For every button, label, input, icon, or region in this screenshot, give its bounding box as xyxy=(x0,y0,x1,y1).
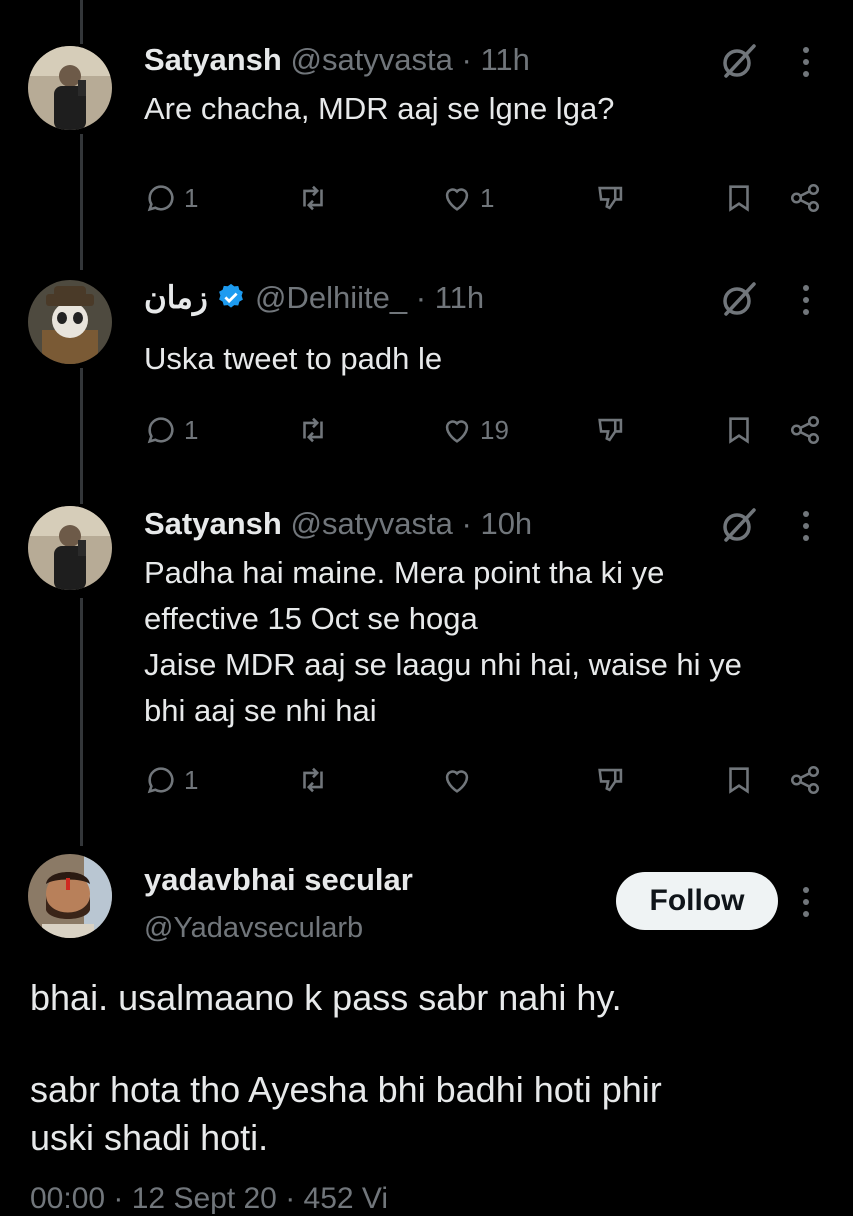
share-button[interactable] xyxy=(788,758,822,802)
tweet-text-line: bhi aaj se nhi hai xyxy=(144,693,377,728)
share-button[interactable] xyxy=(788,408,822,452)
tweet-header: زمان @Delhiite_ · 11h xyxy=(144,280,484,320)
tweet-text: Padha hai maine. Mera point tha ki ye ef… xyxy=(144,550,834,734)
separator: · xyxy=(461,506,481,541)
reply-icon xyxy=(147,185,174,212)
more-icon[interactable] xyxy=(796,882,816,922)
grok-icon[interactable] xyxy=(718,278,760,320)
tweet-text-line: uski shadi hoti. xyxy=(30,1117,269,1158)
dislike-icon xyxy=(598,768,623,792)
display-name[interactable]: زمان xyxy=(144,280,208,315)
bookmark-icon xyxy=(729,417,749,444)
tweet-meta: 00:00 · 12 Sept 20 · 452 Vi xyxy=(30,1182,389,1215)
more-icon[interactable] xyxy=(796,42,816,82)
bookmark-icon xyxy=(729,767,749,794)
share-icon xyxy=(790,183,820,213)
avatar[interactable] xyxy=(28,854,112,938)
share-icon xyxy=(790,415,820,445)
reply-tweet[interactable]: Satyansh @satyvasta · 10h Padha hai main… xyxy=(0,480,853,840)
timestamp[interactable]: 11h xyxy=(480,42,529,77)
username[interactable]: @Yadavsecularb xyxy=(144,912,363,945)
bookmark-icon xyxy=(729,185,749,212)
action-bar: 1 1 xyxy=(144,176,834,220)
reply-tweet[interactable]: زمان @Delhiite_ · 11h Uska tweet to padh… xyxy=(0,240,853,480)
tweet-header: Satyansh @satyvasta · 10h xyxy=(144,506,532,542)
retweet-button[interactable] xyxy=(296,758,336,802)
more-icon[interactable] xyxy=(796,280,816,320)
bookmark-button[interactable] xyxy=(722,758,756,802)
timestamp[interactable]: 11h xyxy=(435,280,484,315)
grok-icon[interactable] xyxy=(718,504,760,546)
separator: · xyxy=(415,280,435,315)
tweet-text-line: sabr hota tho Ayesha bhi badhi hoti phir xyxy=(30,1069,662,1110)
like-count: 1 xyxy=(480,182,495,213)
reply-count: 1 xyxy=(184,182,199,213)
reply-button[interactable]: 1 xyxy=(144,176,198,220)
bookmark-button[interactable] xyxy=(722,176,756,220)
tweet-header: Satyansh @satyvasta · 11h xyxy=(144,42,530,78)
display-name[interactable]: Satyansh xyxy=(144,506,282,541)
grok-icon[interactable] xyxy=(718,40,760,82)
display-name[interactable]: yadavbhai secular xyxy=(144,862,413,898)
dislike-button[interactable] xyxy=(594,408,628,452)
reply-tweet[interactable]: Satyansh @satyvasta · 11h Are chacha, MD… xyxy=(0,0,853,240)
reply-count: 1 xyxy=(184,414,199,445)
reply-icon xyxy=(147,417,174,444)
tweet-text: Are chacha, MDR aaj se lgne lga? xyxy=(144,91,615,126)
dislike-icon xyxy=(598,418,623,442)
reply-button[interactable]: 1 xyxy=(144,408,198,452)
timestamp[interactable]: 10h xyxy=(480,506,532,541)
like-button[interactable]: 19 xyxy=(440,408,509,452)
like-icon xyxy=(445,420,469,443)
retweet-button[interactable] xyxy=(296,176,336,220)
more-icon[interactable] xyxy=(796,506,816,546)
like-icon xyxy=(445,770,469,793)
share-button[interactable] xyxy=(788,176,822,220)
retweet-icon xyxy=(303,417,323,443)
dislike-icon xyxy=(598,186,623,210)
reply-button[interactable]: 1 xyxy=(144,758,198,802)
retweet-icon xyxy=(303,767,323,793)
action-bar: 1 19 xyxy=(144,408,834,452)
retweet-icon xyxy=(303,185,323,211)
username[interactable]: @Delhiite_ xyxy=(255,280,407,315)
reply-count: 1 xyxy=(184,764,199,795)
dislike-button[interactable] xyxy=(594,758,628,802)
avatar[interactable] xyxy=(28,280,112,364)
action-bar: 1 xyxy=(144,758,834,802)
dislike-button[interactable] xyxy=(594,176,628,220)
share-icon xyxy=(790,765,820,795)
avatar[interactable] xyxy=(28,46,112,130)
tweet-text: sabr hota tho Ayesha bhi badhi hoti phir… xyxy=(30,1066,830,1162)
reply-icon xyxy=(147,767,174,794)
tweet-text-line: Jaise MDR aaj se laagu nhi hai, waise hi… xyxy=(144,647,742,682)
separator: · xyxy=(461,42,481,77)
tweet-text-line: Padha hai maine. Mera point tha ki ye xyxy=(144,555,665,590)
username[interactable]: @satyvasta xyxy=(290,42,452,77)
like-icon xyxy=(445,188,469,211)
username[interactable]: @satyvasta xyxy=(290,506,452,541)
tweet-text-line: effective 15 Oct se hoga xyxy=(144,601,478,636)
follow-button[interactable]: Follow xyxy=(616,872,778,930)
retweet-button[interactable] xyxy=(296,408,336,452)
display-name[interactable]: Satyansh xyxy=(144,42,282,77)
bookmark-button[interactable] xyxy=(722,408,756,452)
tweet-text: Uska tweet to padh le xyxy=(144,341,443,376)
verified-badge-icon xyxy=(216,282,246,320)
like-count: 19 xyxy=(480,414,509,445)
avatar[interactable] xyxy=(28,506,112,590)
tweet-text: bhai. usalmaano k pass sabr nahi hy. xyxy=(30,977,622,1018)
like-button[interactable] xyxy=(440,758,480,802)
like-button[interactable]: 1 xyxy=(440,176,494,220)
